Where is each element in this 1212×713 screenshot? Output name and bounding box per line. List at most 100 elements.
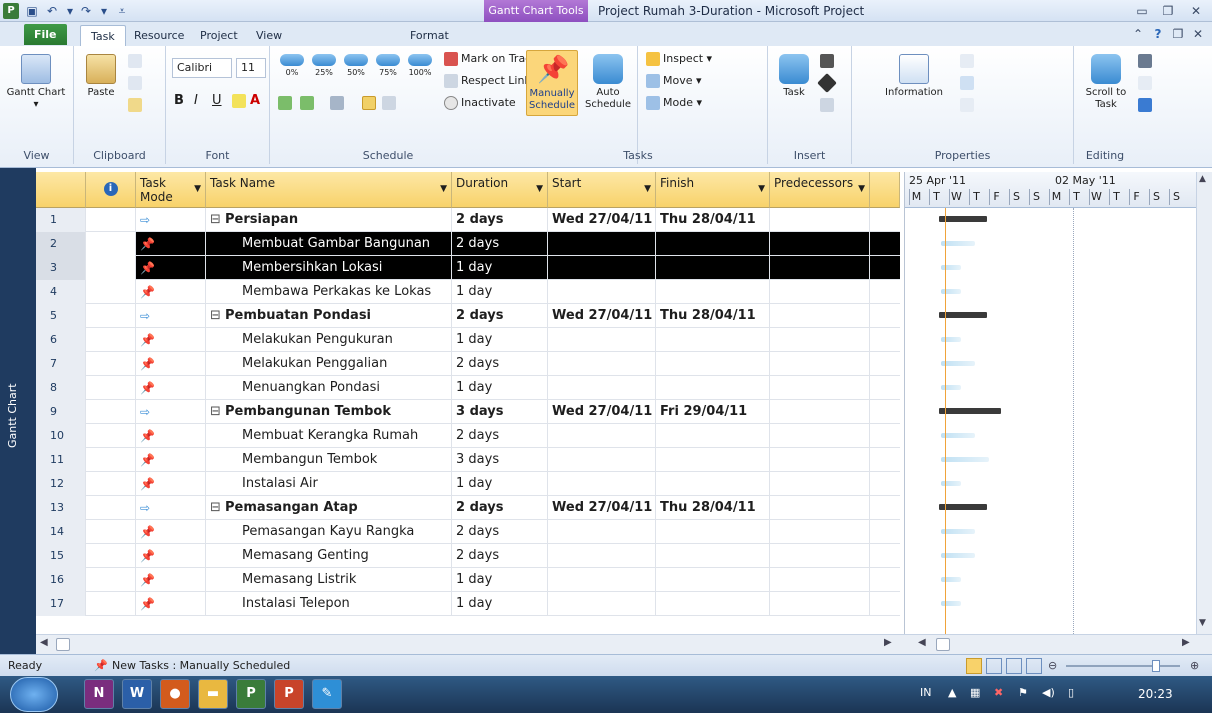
row-number-cell[interactable]: 13: [36, 496, 86, 520]
taskbar-powerpoint-icon[interactable]: P: [274, 679, 304, 709]
task-name-cell[interactable]: ⊟ Pembangunan Tembok: [206, 400, 452, 424]
header-add-column[interactable]: [870, 172, 900, 208]
indicator-cell[interactable]: [86, 280, 136, 304]
indicator-cell[interactable]: [86, 520, 136, 544]
find-button[interactable]: [1138, 52, 1155, 70]
task-name-cell[interactable]: Membangun Tembok: [206, 448, 452, 472]
battery-icon[interactable]: ▯: [1068, 686, 1074, 699]
header-start[interactable]: Start ▼: [548, 172, 656, 208]
font-size-select[interactable]: 11: [236, 58, 266, 78]
manual-task-bar[interactable]: [941, 601, 961, 606]
start-cell[interactable]: [548, 544, 656, 568]
row-number-cell[interactable]: 9: [36, 400, 86, 424]
task-name-cell[interactable]: Membawa Perkakas ke Lokas: [206, 280, 452, 304]
predecessors-cell[interactable]: [770, 280, 870, 304]
predecessors-cell[interactable]: [770, 328, 870, 352]
header-duration[interactable]: Duration ▼: [452, 172, 548, 208]
duration-cell[interactable]: 1 day: [452, 256, 548, 280]
summary-bar[interactable]: [939, 216, 987, 222]
indicator-cell[interactable]: [86, 472, 136, 496]
finish-cell[interactable]: [656, 592, 770, 616]
resource-sheet-icon[interactable]: [1026, 658, 1042, 674]
task-name-cell[interactable]: ⊟ Pemasangan Atap: [206, 496, 452, 520]
tab-view[interactable]: View: [246, 25, 292, 46]
start-cell[interactable]: Wed 27/04/11: [548, 496, 656, 520]
status-new-tasks[interactable]: New Tasks : Manually Scheduled: [112, 655, 290, 677]
table-row[interactable]: 9 ⇨ ⊟ Pembangunan Tembok 3 days Wed 27/04/11…: [36, 400, 900, 424]
indicator-cell[interactable]: [86, 352, 136, 376]
start-cell[interactable]: [548, 448, 656, 472]
close-icon[interactable]: ✕: [1184, 2, 1208, 20]
task-mode-cell[interactable]: ⇨: [136, 496, 206, 520]
duration-cell[interactable]: 2 days: [452, 544, 548, 568]
table-row[interactable]: 12 📌 Instalasi Air 1 day: [36, 472, 900, 496]
link-tasks-button[interactable]: [362, 94, 379, 112]
manual-task-bar[interactable]: [941, 529, 975, 534]
predecessors-cell[interactable]: [770, 472, 870, 496]
taskbar-word-icon[interactable]: W: [122, 679, 152, 709]
tray-app-icon[interactable]: ▦: [970, 686, 980, 699]
predecessors-cell[interactable]: [770, 568, 870, 592]
filter-dropdown-icon[interactable]: ▼: [758, 182, 765, 196]
manual-task-bar[interactable]: [941, 241, 975, 246]
header-task-name[interactable]: Task Name ▼: [206, 172, 452, 208]
tab-resource[interactable]: Resource: [124, 25, 194, 46]
table-row[interactable]: 13 ⇨ ⊟ Pemasangan Atap 2 days Wed 27/04/11 Th…: [36, 496, 900, 520]
zoom-out-icon[interactable]: ⊖: [1048, 655, 1057, 677]
zoom-in-icon[interactable]: ⊕: [1190, 655, 1199, 677]
duration-cell[interactable]: 1 day: [452, 568, 548, 592]
predecessors-cell[interactable]: [770, 520, 870, 544]
task-mode-cell[interactable]: ⇨: [136, 400, 206, 424]
task-name-cell[interactable]: ⊟ Persiapan: [206, 208, 452, 232]
task-mode-cell[interactable]: 📌: [136, 592, 206, 616]
minimize-icon[interactable]: ▭: [1130, 2, 1154, 20]
indicator-cell[interactable]: [86, 424, 136, 448]
duration-cell[interactable]: 3 days: [452, 400, 548, 424]
vertical-scrollbar[interactable]: ▲ ▼: [1196, 172, 1212, 634]
finish-cell[interactable]: [656, 448, 770, 472]
indent-button[interactable]: [300, 94, 317, 112]
task-mode-cell[interactable]: 📌: [136, 232, 206, 256]
predecessors-cell[interactable]: [770, 424, 870, 448]
row-number-cell[interactable]: 17: [36, 592, 86, 616]
deliverable-button[interactable]: [820, 96, 837, 114]
row-number-cell[interactable]: 6: [36, 328, 86, 352]
header-finish[interactable]: Finish ▼: [656, 172, 770, 208]
table-row[interactable]: 16 📌 Memasang Listrik 1 day: [36, 568, 900, 592]
restore-icon[interactable]: ❐: [1156, 2, 1180, 20]
filter-dropdown-icon[interactable]: ▼: [194, 182, 201, 196]
task-name-cell[interactable]: Menuangkan Pondasi: [206, 376, 452, 400]
scroll-down-icon[interactable]: ▼: [1199, 618, 1206, 628]
table-row[interactable]: 11 📌 Membangun Tembok 3 days: [36, 448, 900, 472]
duration-cell[interactable]: 2 days: [452, 208, 548, 232]
zoom-slider[interactable]: [1066, 665, 1180, 667]
row-number-cell[interactable]: 3: [36, 256, 86, 280]
percent-complete-button[interactable]: 0%: [278, 52, 306, 82]
team-planner-icon[interactable]: [1006, 658, 1022, 674]
indicator-cell[interactable]: [86, 256, 136, 280]
task-grid[interactable]: i Task Mode ▼ Task Name ▼ Duration ▼ Start ▼…: [36, 172, 900, 634]
table-row[interactable]: 3 📌 Membersihkan Lokasi 1 day: [36, 256, 900, 280]
finish-cell[interactable]: Thu 28/04/11: [656, 496, 770, 520]
task-name-cell[interactable]: Instalasi Telepon: [206, 592, 452, 616]
header-row-number[interactable]: [36, 172, 86, 208]
start-button[interactable]: [10, 677, 58, 712]
table-row[interactable]: 5 ⇨ ⊟ Pembuatan Pondasi 2 days Wed 27/04/11 T…: [36, 304, 900, 328]
tab-task[interactable]: Task: [80, 25, 126, 46]
gantt-scroll-right-icon[interactable]: ▶: [1182, 637, 1190, 648]
header-indicators[interactable]: i: [86, 172, 136, 208]
manual-task-bar[interactable]: [941, 361, 975, 366]
manual-task-bar[interactable]: [941, 265, 961, 270]
outdent-button[interactable]: [278, 94, 295, 112]
row-number-cell[interactable]: 10: [36, 424, 86, 448]
table-row[interactable]: 6 📌 Melakukan Pengukuran 1 day: [36, 328, 900, 352]
paste-button[interactable]: Paste: [80, 54, 122, 99]
row-number-cell[interactable]: 12: [36, 472, 86, 496]
indicator-cell[interactable]: [86, 496, 136, 520]
start-cell[interactable]: Wed 27/04/11: [548, 400, 656, 424]
duration-cell[interactable]: 2 days: [452, 424, 548, 448]
horizontal-scrollbar[interactable]: ◀ ▶ ◀ ▶: [36, 634, 1212, 654]
row-number-cell[interactable]: 16: [36, 568, 86, 592]
table-row[interactable]: 15 📌 Memasang Genting 2 days: [36, 544, 900, 568]
clear-button[interactable]: [1138, 74, 1155, 92]
